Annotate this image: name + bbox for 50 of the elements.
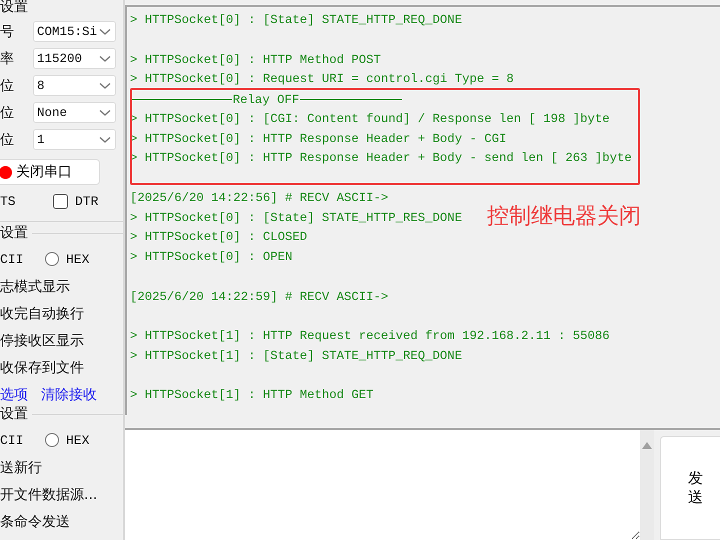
radio-label: CII bbox=[0, 252, 24, 266]
section-heading: 设置 bbox=[0, 224, 28, 242]
log-line: [2025/6/20 14:22:56] # RECV ASCII-> bbox=[130, 190, 388, 207]
section-heading: 设置 bbox=[0, 405, 28, 423]
log-line: > HTTPSocket[1] : HTTP Method GET bbox=[130, 387, 374, 404]
log-line: > HTTPSocket[1] : [State] STATE_HTTP_REQ_DONE bbox=[130, 348, 462, 365]
option-label[interactable]: 开文件数据源... bbox=[0, 482, 123, 509]
option-label[interactable]: 收保存到文件 bbox=[0, 355, 123, 382]
log-line: > HTTPSocket[0] : [State] STATE_HTTP_REQ_DONE bbox=[130, 12, 462, 29]
option-label[interactable]: 送新行 bbox=[0, 455, 123, 482]
chevron-icon bbox=[99, 28, 111, 36]
log-line: > HTTPSocket[0] : CLOSED bbox=[130, 229, 308, 246]
log-line: [2025/6/20 14:22:59] # RECV ASCII-> bbox=[130, 288, 388, 306]
chevron-icon bbox=[99, 82, 111, 90]
option-label[interactable]: 收完自动换行 bbox=[0, 301, 123, 328]
close-port-button[interactable]: 关闭串口 bbox=[0, 159, 100, 185]
log-line: > HTTPSocket[0] : OPEN bbox=[130, 249, 292, 266]
option-label[interactable]: 停接收区显示 bbox=[0, 328, 123, 355]
option-label[interactable]: 条命令发送 bbox=[0, 509, 123, 536]
separator-label: Relay OFF bbox=[232, 92, 300, 107]
field-label: 位 bbox=[0, 130, 15, 148]
dropdown[interactable]: COM15:Si bbox=[33, 21, 116, 42]
log-line: > HTTPSocket[1] : HTTP Request received from 192.168.2.11 : 55086 bbox=[130, 328, 610, 345]
chevron-icon bbox=[99, 136, 111, 144]
chevron-icon bbox=[99, 54, 111, 62]
dropdown[interactable]: 8 bbox=[33, 75, 116, 96]
field-label: 位 bbox=[0, 104, 15, 122]
dtr-checkbox[interactable]: DTR bbox=[53, 194, 98, 208]
scrollbar[interactable] bbox=[640, 430, 654, 540]
dropdown[interactable]: None bbox=[33, 102, 116, 123]
field-label: 号 bbox=[0, 22, 15, 40]
radio-label: CII bbox=[0, 432, 24, 448]
dropdown[interactable]: 1 bbox=[33, 129, 116, 150]
send-input-field[interactable] bbox=[125, 430, 640, 540]
scroll-up-icon[interactable] bbox=[642, 442, 652, 449]
link[interactable]: 选项 bbox=[0, 387, 28, 403]
option-label[interactable]: 志模式显示 bbox=[0, 274, 123, 301]
link[interactable]: 清除接收 bbox=[41, 387, 97, 403]
chevron-icon bbox=[99, 108, 111, 116]
log-line: > HTTPSocket[0] : HTTP Method POST bbox=[130, 52, 381, 68]
dropdown[interactable]: 115200 bbox=[33, 48, 116, 69]
hex-radio[interactable]: HEX bbox=[45, 432, 90, 448]
log-line: > HTTPSocket[0] : [State] STATE_HTTP_RES_DONE bbox=[130, 210, 462, 226]
checkbox-label: TS bbox=[0, 194, 17, 208]
log-line: > HTTPSocket[0] : Request URI = control.cgi Type = 8 bbox=[130, 71, 514, 88]
annotation-text: 控制继电器关闭 bbox=[487, 203, 641, 231]
hex-radio[interactable]: HEX bbox=[45, 252, 90, 266]
field-label: 率 bbox=[0, 50, 15, 68]
field-label: 位 bbox=[0, 76, 15, 94]
send-button[interactable]: 发送 bbox=[660, 436, 720, 540]
